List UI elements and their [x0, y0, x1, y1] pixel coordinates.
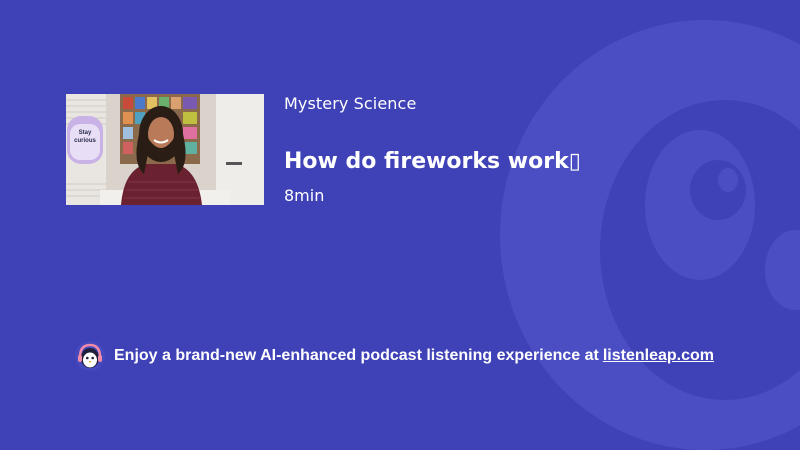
promo-text: Enjoy a brand-new AI-enhanced podcast li… — [114, 347, 599, 364]
background-mascot-watermark — [500, 20, 800, 450]
listenleap-link[interactable]: listenleap.com — [603, 347, 714, 365]
thumbnail-sign-text-line2: curious — [74, 138, 96, 144]
penguin-headphones-icon — [75, 341, 105, 371]
episode-duration: 8min — [284, 186, 325, 205]
episode-title: How do fireworks work▯ — [284, 149, 581, 174]
episode-thumbnail[interactable]: Stay curious — [66, 94, 264, 205]
thumbnail-sign-text-line1: Stay — [78, 130, 92, 136]
promo-banner: Enjoy a brand-new AI-enhanced podcast li… — [75, 341, 714, 371]
channel-name[interactable]: Mystery Science — [284, 94, 416, 113]
